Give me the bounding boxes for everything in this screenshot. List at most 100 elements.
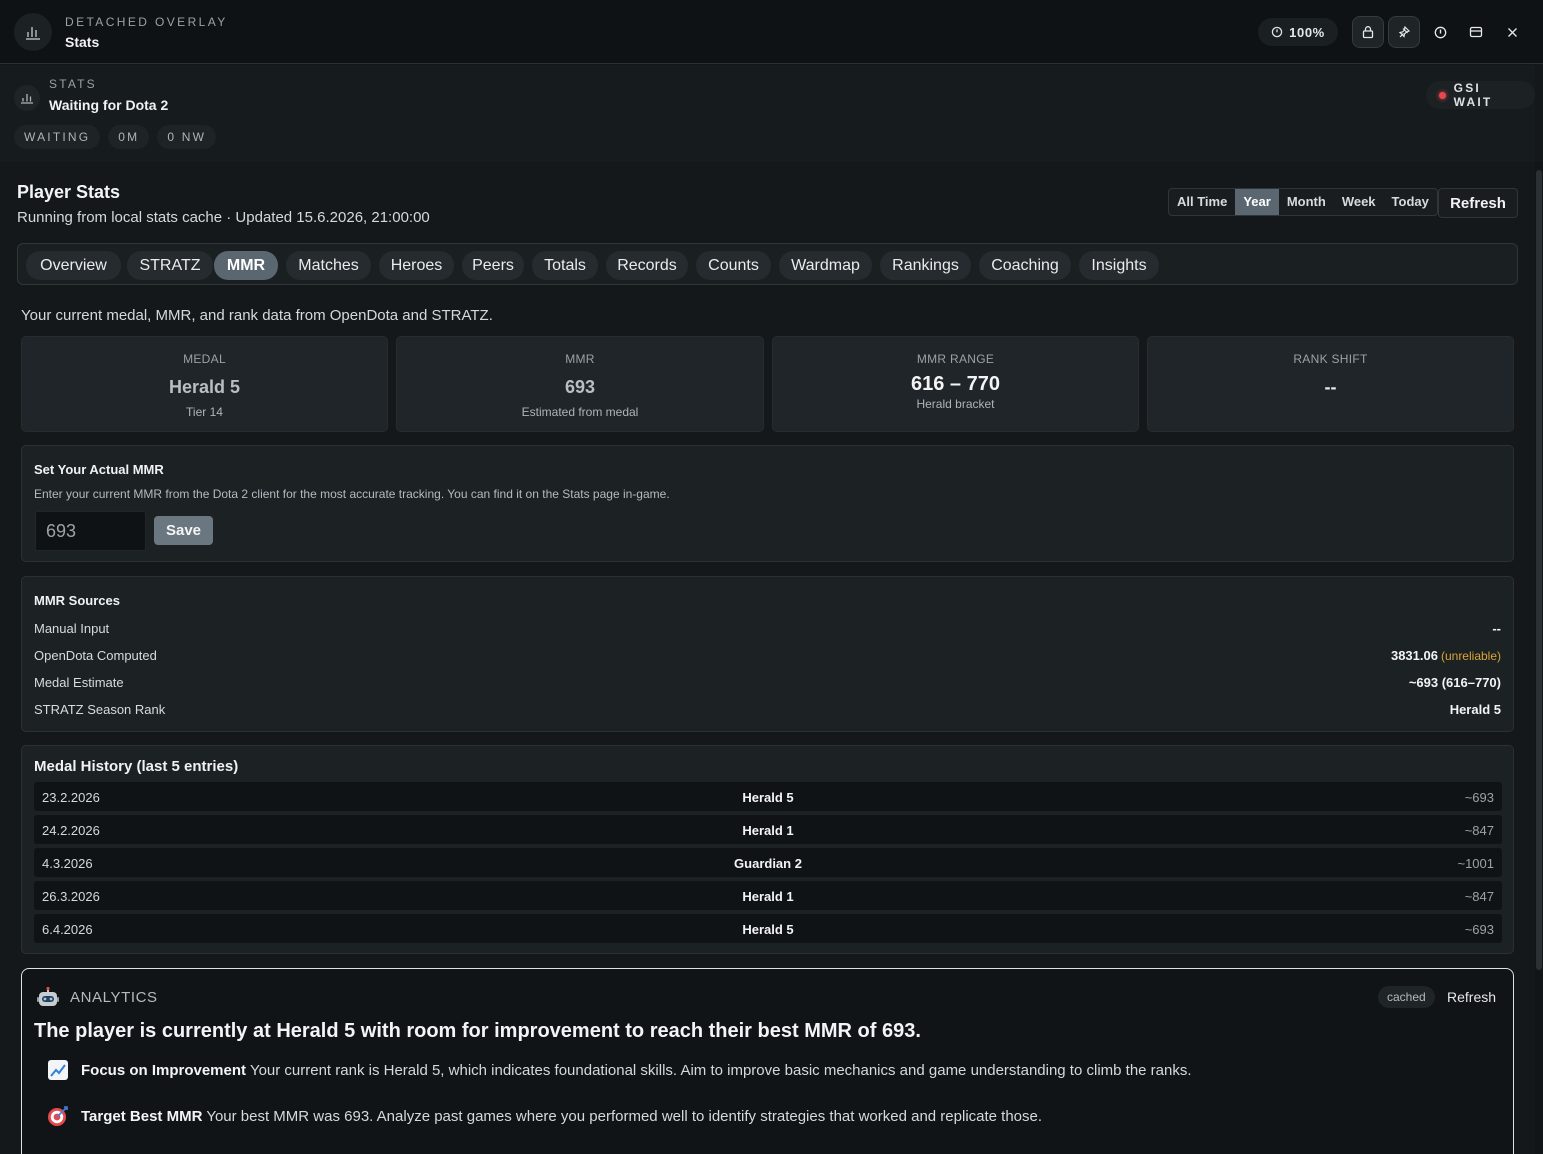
window-title: Stats [65, 34, 100, 50]
history-medal: Herald 5 [742, 922, 794, 937]
history-mmr: ~1001 [1457, 856, 1494, 871]
set-mmr-title: Set Your Actual MMR [34, 462, 164, 477]
history-mmr: ~693 [1464, 790, 1494, 805]
source-value: 3831.06 [1390, 648, 1438, 663]
source-value: Herald 5 [1449, 702, 1501, 717]
range-today[interactable]: Today [1384, 189, 1437, 215]
history-row: 23.2.2026 Herald 5 ~693 [34, 782, 1502, 811]
range-all-time[interactable]: All Time [1169, 189, 1235, 215]
medal-card: MEDAL Herald 5 Tier 14 [21, 336, 388, 432]
lock-button[interactable] [1352, 16, 1384, 48]
rank-shift-card: RANK SHIFT -- [1147, 336, 1514, 432]
set-mmr-panel: Set Your Actual MMR Enter your current M… [21, 445, 1514, 562]
analytics-label: ANALYTICS [70, 989, 158, 1006]
status-chip-state: WAITING [14, 125, 101, 149]
analytics-panel: ANALYTICS cached Refresh The player is c… [21, 968, 1514, 1154]
page-title: Player Stats [17, 182, 121, 202]
tab-stratz[interactable]: STRATZ [127, 251, 213, 280]
target-icon [48, 1106, 68, 1126]
history-medal: Herald 1 [742, 889, 794, 904]
bar-chart-icon [14, 85, 40, 111]
card-note: Herald bracket [916, 397, 995, 411]
mmr-sources-panel: MMR Sources Manual Input -- OpenDota Com… [21, 576, 1514, 732]
close-button[interactable] [1496, 16, 1528, 48]
range-year[interactable]: Year [1235, 189, 1279, 215]
window-button[interactable] [1460, 16, 1492, 48]
tab-heroes[interactable]: Heroes [379, 251, 454, 280]
source-value: ~693 (616–770) [1408, 675, 1501, 690]
window-subtitle: DETACHED OVERLAY [65, 15, 228, 29]
status-chip-networth: 0 NW [157, 125, 217, 149]
history-mmr: ~847 [1464, 823, 1494, 838]
info-icon [1434, 26, 1446, 38]
mmr-input[interactable]: 693 [35, 511, 146, 551]
insight-body: Your current rank is Herald 5, which ind… [249, 1061, 1192, 1079]
range-week[interactable]: Week [1334, 189, 1384, 215]
tab-totals[interactable]: Totals [532, 251, 598, 280]
tab-insights[interactable]: Insights [1079, 251, 1159, 280]
card-label: MEDAL [183, 352, 226, 366]
history-row: 6.4.2026 Herald 5 ~693 [34, 914, 1502, 943]
source-label: STRATZ Season Rank [34, 702, 166, 717]
robot-icon [37, 986, 59, 1006]
history-medal: Guardian 2 [734, 856, 802, 871]
overlay-title: Waiting for Dota 2 [49, 97, 169, 113]
range-month[interactable]: Month [1279, 189, 1334, 215]
source-row: OpenDota Computed 3831.06 (unreliable) [34, 646, 1501, 666]
close-icon [1507, 27, 1517, 37]
source-label: OpenDota Computed [34, 648, 157, 663]
tab-mmr[interactable]: MMR [214, 251, 278, 280]
chart-increasing-icon [48, 1060, 68, 1080]
mmr-card: MMR 693 Estimated from medal [396, 336, 764, 432]
history-row: 24.2.2026 Herald 1 ~847 [34, 815, 1502, 844]
history-mmr: ~693 [1464, 922, 1494, 937]
source-row: Manual Input -- [34, 619, 1501, 639]
scrollbar-thumb[interactable] [1536, 170, 1542, 970]
mmr-description: Your current medal, MMR, and rank data f… [21, 307, 493, 324]
lock-icon [1362, 26, 1374, 39]
insight-body: Your best MMR was 693. Analyze past game… [206, 1107, 1043, 1125]
tab-overview[interactable]: Overview [26, 251, 121, 280]
bar-chart-icon [14, 13, 52, 51]
gsi-status-text: GSI WAIT [1453, 81, 1493, 109]
zoom-button[interactable]: 100% [1258, 18, 1338, 46]
status-dot-icon [1439, 91, 1446, 99]
mmr-value: 693 [564, 377, 596, 397]
source-label: Manual Input [34, 621, 110, 636]
source-row: Medal Estimate ~693 (616–770) [34, 673, 1501, 693]
insight-item: Focus on Improvement Your current rank i… [47, 1059, 1192, 1081]
tab-rankings[interactable]: Rankings [880, 251, 971, 280]
time-range-selector: All Time Year Month Week Today [1168, 188, 1438, 216]
status-chip-time: 0M [108, 125, 150, 149]
overlay-header: STATS Waiting for Dota 2 WAITING 0M 0 NW… [0, 65, 1535, 162]
mmr-sources-title: MMR Sources [34, 593, 120, 608]
window-icon [1469, 26, 1483, 38]
history-mmr: ~847 [1464, 889, 1494, 904]
overlay-subtitle: STATS [49, 77, 97, 91]
card-note: Tier 14 [186, 405, 223, 419]
history-medal: Herald 1 [742, 823, 794, 838]
zoom-level: 100% [1289, 24, 1325, 40]
tab-matches[interactable]: Matches [286, 251, 371, 280]
refresh-button[interactable]: Refresh [1438, 188, 1518, 218]
save-button[interactable]: Save [154, 516, 213, 545]
pin-icon [1398, 25, 1411, 38]
card-label: RANK SHIFT [1293, 352, 1368, 366]
mmr-range-card: MMR RANGE 616 – 770 Herald bracket [772, 336, 1139, 432]
rank-shift-value: -- [1324, 377, 1337, 397]
card-label: MMR [565, 352, 595, 366]
info-button[interactable] [1424, 16, 1456, 48]
history-medal: Herald 5 [742, 790, 794, 805]
tab-peers[interactable]: Peers [462, 251, 524, 280]
tab-coaching[interactable]: Coaching [979, 251, 1071, 280]
tab-counts[interactable]: Counts [696, 251, 771, 280]
set-mmr-description: Enter your current MMR from the Dota 2 c… [34, 487, 670, 501]
tab-wardmap[interactable]: Wardmap [779, 251, 872, 280]
insight-text: Focus on Improvement Your current rank i… [81, 1062, 1192, 1079]
analytics-refresh-button[interactable]: Refresh [1447, 989, 1496, 1005]
insight-title: Focus on Improvement [81, 1061, 247, 1079]
tab-records[interactable]: Records [606, 251, 688, 280]
pin-button[interactable] [1388, 16, 1420, 48]
medal-history-title: Medal History (last 5 entries) [34, 758, 239, 775]
gsi-status-badge: GSI WAIT [1426, 81, 1535, 109]
